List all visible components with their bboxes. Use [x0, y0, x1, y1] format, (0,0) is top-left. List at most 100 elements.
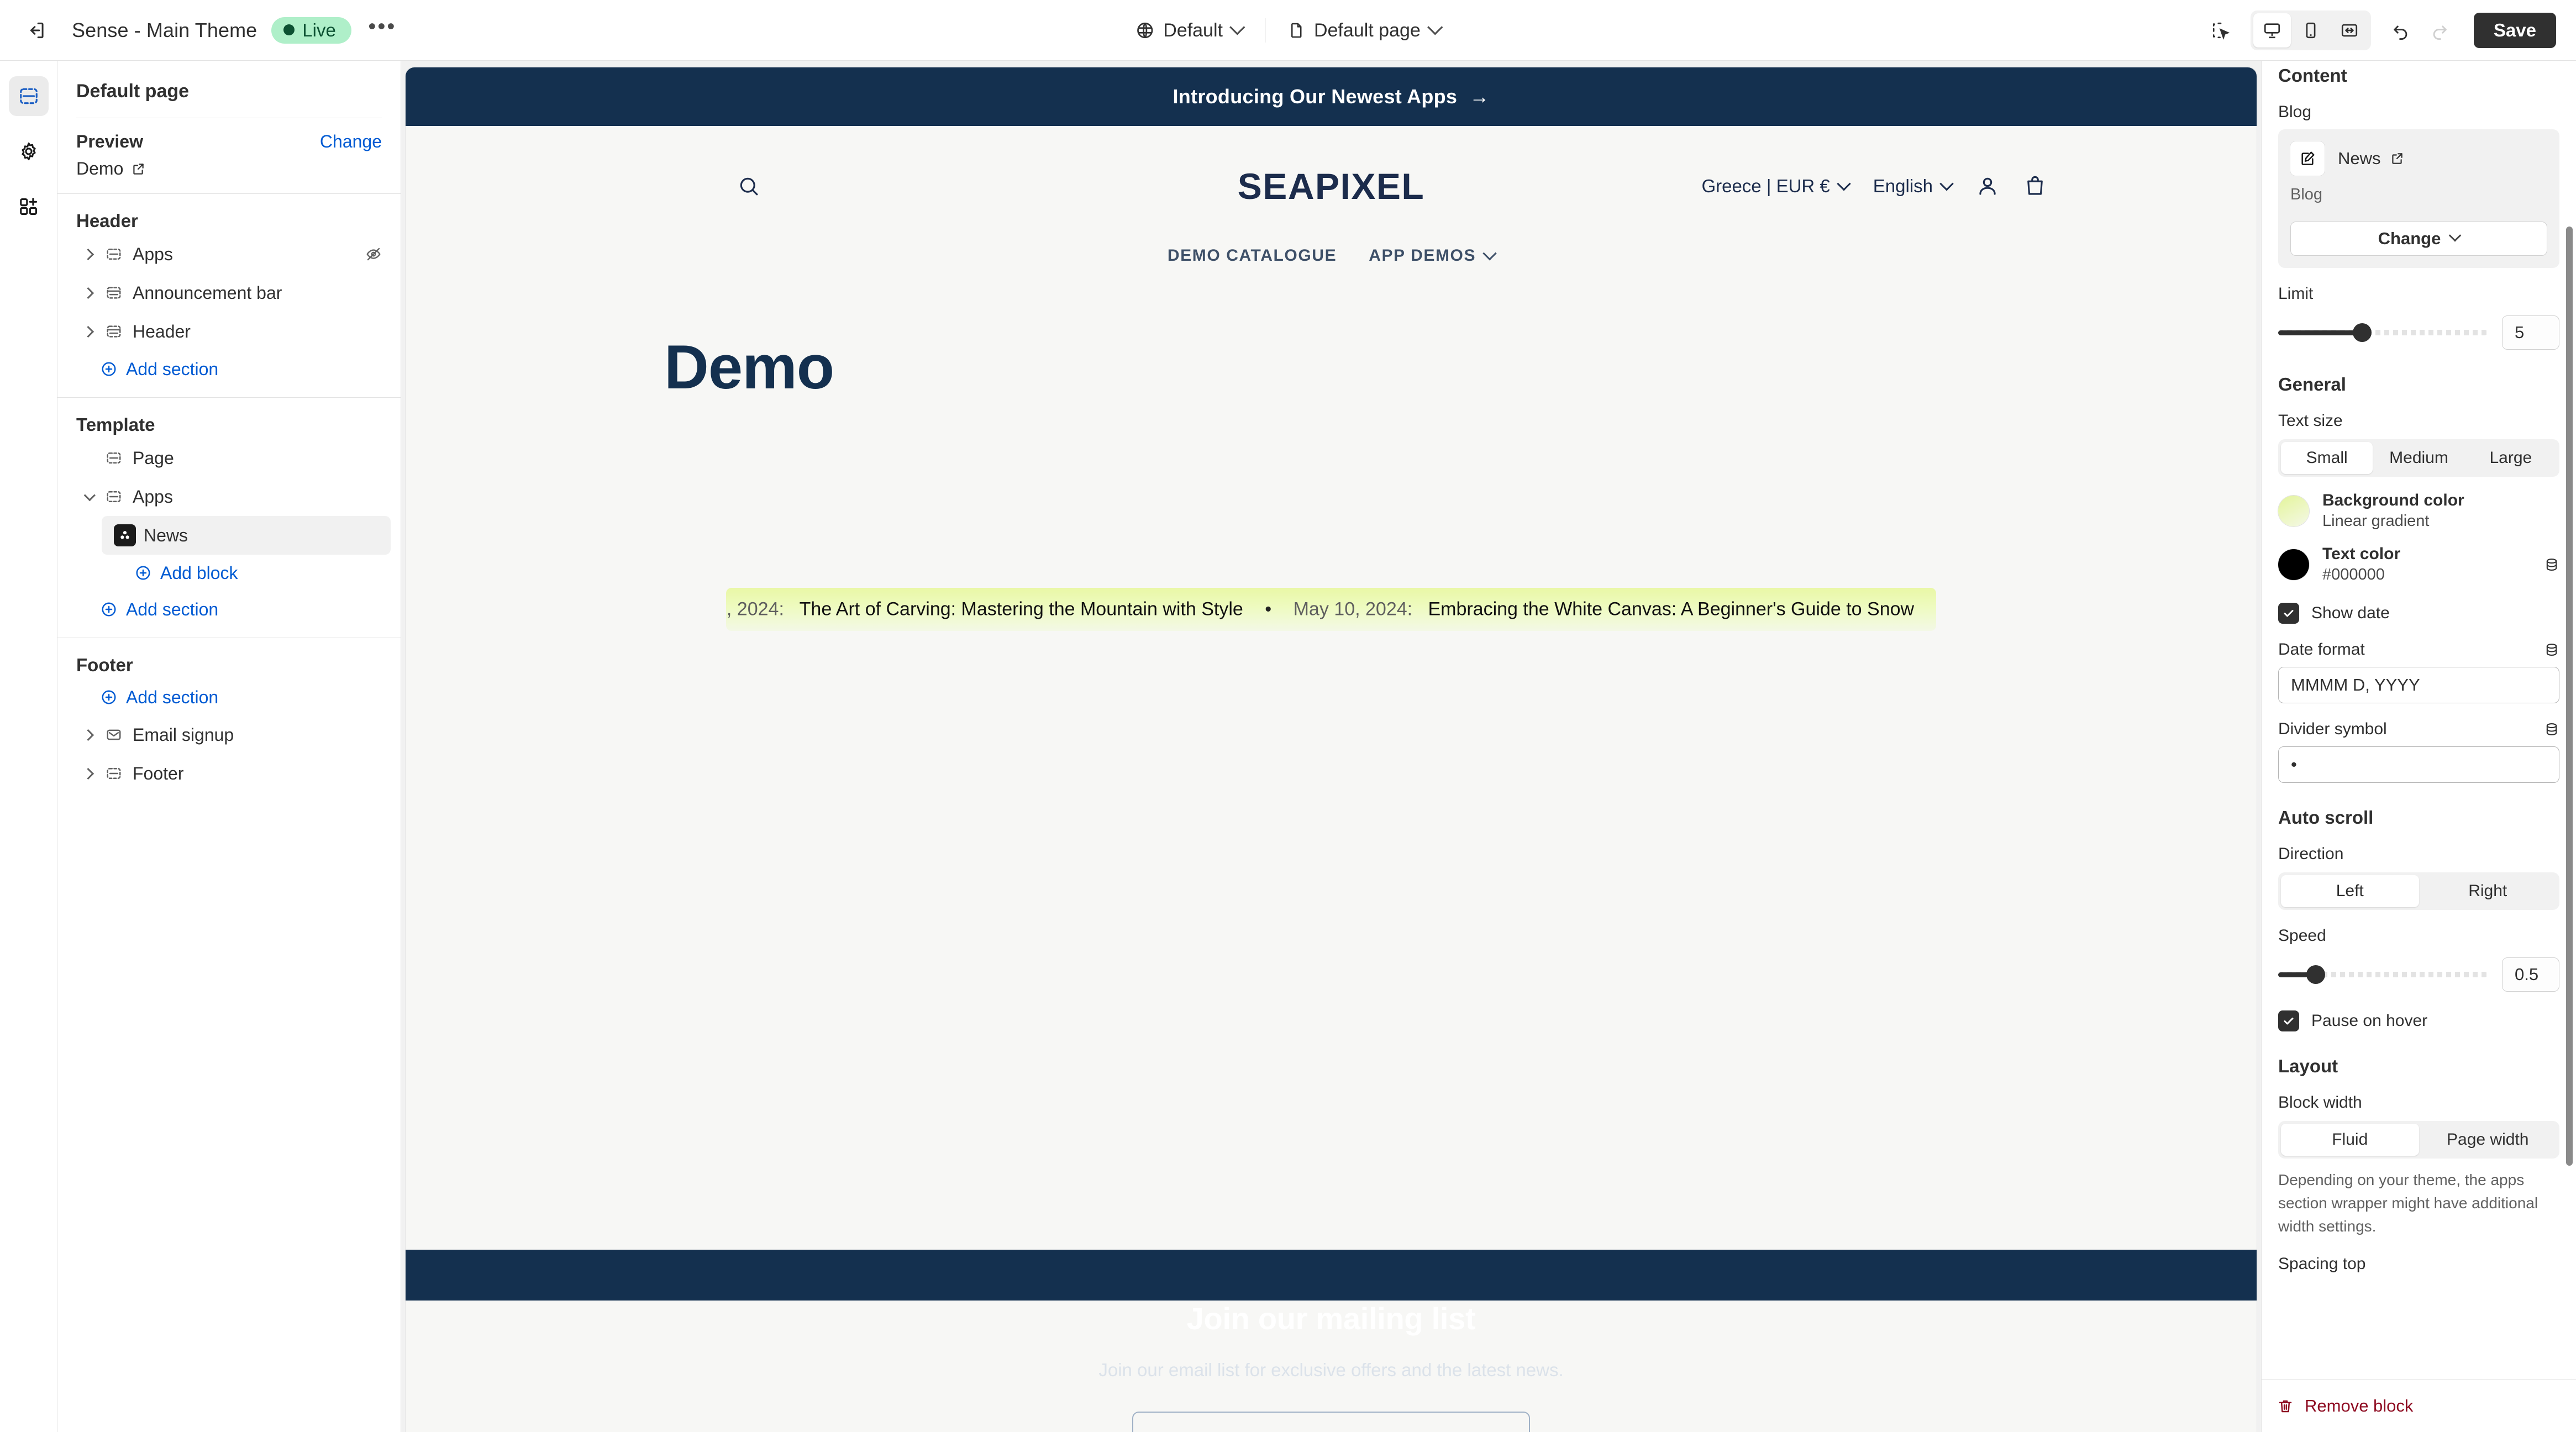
chevron-right-icon[interactable]	[76, 729, 99, 741]
ticker-title-1: The Art of Carving: Mastering the Mounta…	[799, 598, 1243, 620]
country-currency-value: Greece | EUR €	[1701, 176, 1830, 196]
status-label: Live	[302, 19, 336, 40]
email-field[interactable]	[1153, 1430, 1487, 1432]
change-blog-button[interactable]: Change	[2290, 222, 2547, 256]
chevron-right-icon[interactable]	[76, 248, 99, 260]
ticker-divider: •	[1265, 598, 1272, 620]
sections-icon[interactable]	[8, 76, 49, 116]
chevron-down-icon	[1427, 19, 1443, 35]
exit-icon[interactable]	[20, 14, 53, 47]
background-color-row[interactable]: Background color Linear gradient	[2278, 491, 2559, 530]
eye-off-icon[interactable]	[365, 246, 382, 262]
theme-editor-app: Sense - Main Theme Live ••• Default Defa…	[0, 0, 2576, 1432]
sidebar-item-header[interactable]: Header	[67, 312, 391, 351]
sidebar-item-apps-header[interactable]: Apps	[67, 235, 391, 273]
user-icon[interactable]	[1976, 175, 1999, 198]
pause-on-hover-row[interactable]: Pause on hover	[2278, 1010, 2559, 1031]
text-size-option-large[interactable]: Large	[2465, 442, 2557, 474]
save-button[interactable]: Save	[2473, 12, 2556, 48]
slider-knob[interactable]	[2352, 323, 2372, 342]
trash-icon[interactable]	[2277, 1398, 2294, 1414]
text-size-option-medium[interactable]: Medium	[2373, 442, 2464, 474]
arrow-right-icon: →	[1469, 85, 1490, 108]
fullwidth-icon[interactable]	[2331, 13, 2368, 48]
limit-value-input[interactable]: 5	[2502, 315, 2559, 350]
storefront-header: SEAPIXEL Greece | EUR € English	[406, 126, 2257, 246]
announcement-bar[interactable]: Introducing Our Newest Apps →	[406, 67, 2257, 126]
page-title: Default page	[76, 81, 190, 102]
external-link-icon[interactable]	[2390, 151, 2404, 166]
storefront-nav: DEMO CATALOGUE APP DEMOS	[406, 246, 2257, 278]
date-format-input[interactable]	[2278, 667, 2559, 703]
undo-icon[interactable]	[2384, 14, 2417, 47]
text-size-option-small[interactable]: Small	[2281, 442, 2373, 474]
speed-value-input[interactable]: 0.5	[2502, 957, 2559, 992]
locale-value: Default	[1163, 19, 1223, 41]
news-ticker-block[interactable]: 0, 2024: The Art of Carving: Mastering t…	[726, 588, 1936, 631]
page-selector[interactable]: Default page	[1275, 13, 1453, 48]
direction-option-right[interactable]: Right	[2419, 875, 2557, 907]
top-bar-right: Save	[2204, 10, 2556, 50]
apps-section-icon	[99, 488, 128, 505]
add-section-footer-button[interactable]: Add section	[67, 679, 391, 715]
nav-app-demos[interactable]: APP DEMOS	[1369, 246, 1497, 265]
preview-change-link[interactable]: Change	[320, 131, 382, 152]
locale-selector[interactable]: Default	[1123, 13, 1255, 48]
external-link-icon	[131, 162, 145, 176]
text-color-row[interactable]: Text color #000000	[2278, 545, 2559, 584]
store-logo[interactable]: SEAPIXEL	[1238, 165, 1424, 207]
block-width-option-page-width[interactable]: Page width	[2419, 1124, 2557, 1156]
cart-icon[interactable]	[2023, 175, 2047, 198]
block-width-option-fluid[interactable]: Fluid	[2281, 1124, 2419, 1156]
settings-scrollbar[interactable]	[2566, 227, 2573, 1166]
sidebar-item-page[interactable]: Page	[67, 439, 391, 477]
preview-block: Preview Change Demo	[57, 118, 401, 193]
preview-canvas: Introducing Our Newest Apps → SEAPIXEL G…	[401, 61, 2261, 1432]
sidebar-item-email-signup[interactable]: Email signup	[67, 715, 391, 754]
ticker-date-1: 0, 2024:	[726, 598, 784, 620]
slider-knob[interactable]	[2306, 965, 2326, 984]
cursor-select-icon[interactable]	[2204, 14, 2237, 47]
pause-on-hover-checkbox[interactable]	[2278, 1010, 2299, 1031]
data-source-icon[interactable]	[2544, 722, 2559, 737]
chevron-down-icon[interactable]	[76, 489, 99, 501]
show-date-label: Show date	[2311, 604, 2390, 622]
chevron-right-icon[interactable]	[76, 287, 99, 299]
preview-value-row[interactable]: Demo	[57, 152, 401, 179]
mailing-heading: Join our mailing list	[1186, 1301, 1476, 1336]
sidebar-item-news[interactable]: News	[102, 516, 391, 555]
chevron-down-icon	[1229, 19, 1245, 35]
show-date-row[interactable]: Show date	[2278, 603, 2559, 624]
show-date-checkbox[interactable]	[2278, 603, 2299, 624]
country-currency-selector[interactable]: Greece | EUR €	[1701, 176, 1851, 197]
preview-label: Preview	[76, 131, 143, 151]
blog-name-row[interactable]: News	[2338, 149, 2404, 169]
gear-icon[interactable]	[9, 131, 49, 171]
sidebar-item-announcement-bar[interactable]: Announcement bar	[67, 273, 391, 312]
sidebar-item-footer[interactable]: Footer	[67, 754, 391, 793]
sidebar-item-apps-template[interactable]: Apps	[67, 477, 391, 516]
chevron-right-icon[interactable]	[76, 767, 99, 780]
limit-slider[interactable]	[2278, 323, 2488, 342]
desktop-icon[interactable]	[2253, 13, 2291, 48]
data-source-icon[interactable]	[2544, 557, 2559, 572]
language-selector[interactable]: English	[1873, 176, 1954, 197]
submit-arrow-icon[interactable]: →	[1487, 1429, 1509, 1432]
search-icon[interactable]	[737, 175, 760, 198]
nav-demo-catalogue[interactable]: DEMO CATALOGUE	[1168, 246, 1337, 265]
background-color-swatch[interactable]	[2278, 495, 2309, 527]
speed-slider[interactable]	[2278, 965, 2488, 984]
add-block-button[interactable]: Add block	[67, 555, 391, 591]
text-color-swatch[interactable]	[2278, 549, 2309, 580]
add-section-template-button[interactable]: Add section	[67, 591, 391, 628]
direction-option-left[interactable]: Left	[2281, 875, 2419, 907]
remove-block-button[interactable]: Remove block	[2305, 1396, 2413, 1416]
divider-symbol-input[interactable]	[2278, 746, 2559, 783]
mobile-icon[interactable]	[2292, 13, 2330, 48]
add-app-icon[interactable]	[9, 187, 49, 227]
data-source-icon[interactable]	[2544, 642, 2559, 657]
status-dot	[283, 24, 295, 35]
add-section-header-button[interactable]: Add section	[67, 351, 391, 387]
more-options-button[interactable]: •••	[366, 14, 399, 47]
chevron-right-icon[interactable]	[76, 325, 99, 338]
